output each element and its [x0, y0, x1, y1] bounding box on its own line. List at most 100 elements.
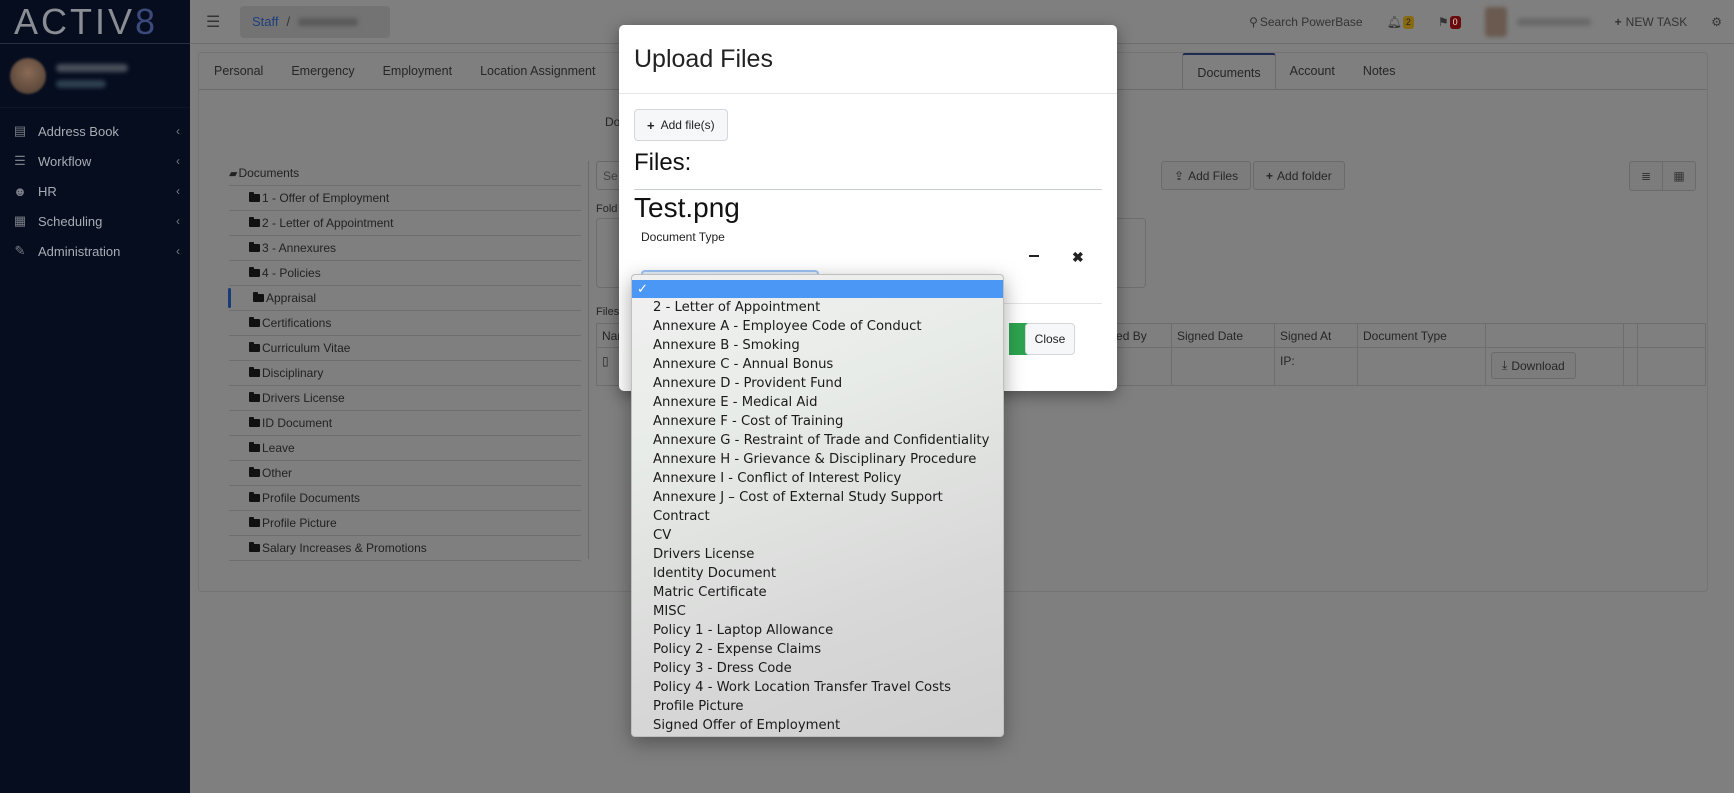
add-files-button[interactable]: ⇪ Add Files	[1161, 161, 1252, 190]
user-name-redacted	[56, 63, 128, 72]
dropdown-option-selected[interactable]: ✓	[632, 280, 1003, 298]
remove-file-icon[interactable]: ✖	[1072, 249, 1084, 266]
minimize-icon[interactable]	[1029, 255, 1039, 257]
chevron-left-icon: ‹	[176, 244, 180, 258]
folder-item[interactable]: Appraisal	[228, 286, 581, 311]
download-icon: ⤓	[1502, 358, 1508, 372]
dropdown-option[interactable]: 2 - Letter of Appointment	[632, 298, 1003, 317]
flags-button[interactable]: ⚑ 0	[1438, 15, 1461, 29]
folder-item[interactable]: 2 - Letter of Appointment	[229, 211, 581, 236]
chevron-left-icon: ‹	[176, 214, 180, 228]
dropdown-option[interactable]: Profile Picture	[632, 697, 1003, 716]
actions-cell: ⤓ Download	[1485, 347, 1624, 386]
tab-notes[interactable]: Notes	[1349, 53, 1410, 89]
book-icon: ▤	[13, 123, 27, 138]
folder-item[interactable]: 3 - Annexures	[229, 236, 581, 261]
folder-item[interactable]: ID Document	[229, 411, 581, 436]
dropdown-option[interactable]: Matric Certificate	[632, 583, 1003, 602]
user-profile[interactable]	[0, 44, 190, 108]
dropdown-option[interactable]: Drivers License	[632, 545, 1003, 564]
tab-account[interactable]: Account	[1276, 53, 1349, 89]
sidebar-item-workflow[interactable]: ☰ Workflow ‹	[0, 146, 190, 176]
folder-label: 4 - Policies	[262, 266, 321, 280]
folder-item[interactable]: Curriculum Vitae	[229, 336, 581, 361]
dropdown-option[interactable]: Annexure H - Grievance & Disciplinary Pr…	[632, 450, 1003, 469]
folder-item[interactable]: Disciplinary	[229, 361, 581, 386]
folder-label: 3 - Annexures	[262, 241, 337, 255]
search-powerbase-button[interactable]: ⚲ Search PowerBase	[1249, 15, 1363, 29]
dropdown-option[interactable]: Policy 1 - Laptop Allowance	[632, 621, 1003, 640]
dropdown-option[interactable]: Policy 2 - Expense Claims	[632, 640, 1003, 659]
dropdown-option[interactable]: Policy 4 - Work Location Transfer Travel…	[632, 678, 1003, 697]
sidebar-item-address-book[interactable]: ▤ Address Book ‹	[0, 116, 190, 146]
dropdown-option[interactable]: Annexure B - Smoking	[632, 336, 1003, 355]
tab-employment[interactable]: Employment	[369, 53, 466, 89]
dropdown-option[interactable]: Annexure I - Conflict of Interest Policy	[632, 469, 1003, 488]
tab-emergency[interactable]: Emergency	[277, 53, 368, 89]
column-header-signed-at[interactable]: Signed At	[1274, 323, 1358, 348]
download-button[interactable]: ⤓ Download	[1491, 352, 1576, 379]
menu-icon[interactable]: ☰	[206, 12, 232, 32]
dropdown-option[interactable]: Annexure A - Employee Code of Conduct	[632, 317, 1003, 336]
folder-label: Appraisal	[266, 291, 317, 305]
folder-item[interactable]: Profile Picture	[229, 511, 581, 536]
column-header-extra	[1623, 323, 1638, 348]
folder-item[interactable]: Profile Documents	[229, 486, 581, 511]
sidebar-item-scheduling[interactable]: ▦ Scheduling ‹	[0, 206, 190, 236]
folders-label: Fold	[596, 203, 618, 215]
chevron-left-icon: ‹	[176, 184, 180, 198]
tab-location-assignment[interactable]: Location Assignment	[466, 53, 609, 89]
sidebar-item-hr[interactable]: ☻ HR ‹	[0, 176, 190, 206]
dropdown-option[interactable]: Annexure C - Annual Bonus	[632, 355, 1003, 374]
dropdown-option[interactable]: Policy 3 - Dress Code	[632, 659, 1003, 678]
tree-root-documents[interactable]: ▰ Documents	[229, 161, 581, 186]
user-menu[interactable]	[1484, 7, 1591, 37]
folder-item[interactable]: Drivers License	[229, 386, 581, 411]
dropdown-option[interactable]: Annexure J – Cost of External Study Supp…	[632, 488, 1003, 507]
settings-icon[interactable]: ⚙	[1711, 15, 1722, 29]
dropdown-option[interactable]: MISC	[632, 602, 1003, 621]
dropdown-option[interactable]: Annexure E - Medical Aid	[632, 393, 1003, 412]
column-header-signed-date[interactable]: Signed Date	[1171, 323, 1275, 348]
plus-icon: +	[647, 117, 655, 133]
breadcrumb-staff-link[interactable]: Staff	[252, 14, 279, 29]
top-right-actions: ⚲ Search PowerBase 🔔︎ 2 ⚑ 0 + NEW TASK ⚙	[1249, 0, 1734, 44]
folder-item[interactable]: Other	[229, 461, 581, 486]
tab-documents[interactable]: Documents	[1182, 53, 1276, 89]
folder-label: Drivers License	[262, 391, 345, 405]
folder-icon	[249, 192, 260, 202]
folder-icon	[249, 492, 260, 502]
vertical-divider	[588, 161, 589, 559]
folder-icon	[253, 292, 264, 302]
dropdown-option[interactable]: Contract	[632, 507, 1003, 526]
dropdown-option[interactable]: Signed Offer of Employment	[632, 716, 1003, 735]
app-logo[interactable]: ACTIV 8	[0, 0, 190, 44]
new-task-button[interactable]: + NEW TASK	[1615, 15, 1688, 29]
folder-item[interactable]: 4 - Policies	[229, 261, 581, 286]
add-folder-button[interactable]: + Add folder	[1253, 161, 1345, 190]
list-view-button[interactable]: ≣	[1629, 161, 1663, 191]
grid-view-button[interactable]: ▦	[1662, 161, 1696, 191]
add-files-button[interactable]: + Add file(s)	[634, 109, 728, 141]
sidebar-item-administration[interactable]: ✎ Administration ‹	[0, 236, 190, 266]
dropdown-option[interactable]: Annexure F - Cost of Training	[632, 412, 1003, 431]
folder-item[interactable]: 1 - Offer of Employment	[229, 186, 581, 211]
folder-item[interactable]: Leave	[229, 436, 581, 461]
signed-date-cell	[1171, 347, 1275, 386]
dropdown-option[interactable]: CV	[632, 526, 1003, 545]
folder-item[interactable]: Salary Increases & Promotions	[229, 536, 581, 561]
folder-item[interactable]: Certifications	[229, 311, 581, 336]
dropdown-option[interactable]: Annexure G - Restraint of Trade and Conf…	[632, 431, 1003, 450]
close-button[interactable]: Close	[1025, 323, 1075, 355]
tab-personal[interactable]: Personal	[200, 53, 277, 89]
column-header-actions	[1485, 323, 1624, 348]
dropdown-option[interactable]: Annexure D - Provident Fund	[632, 374, 1003, 393]
folder-label: Leave	[262, 441, 295, 455]
column-header-document-type[interactable]: Document Type	[1357, 323, 1486, 348]
folder-icon	[249, 242, 260, 252]
document-type-dropdown[interactable]: ✓ 2 - Letter of Appointment Annexure A - E…	[631, 274, 1004, 737]
chevron-left-icon: ‹	[176, 124, 180, 138]
notifications-button[interactable]: 🔔︎ 2	[1387, 15, 1414, 29]
dropdown-option[interactable]: Identity Document	[632, 564, 1003, 583]
folder-icon	[249, 392, 260, 402]
